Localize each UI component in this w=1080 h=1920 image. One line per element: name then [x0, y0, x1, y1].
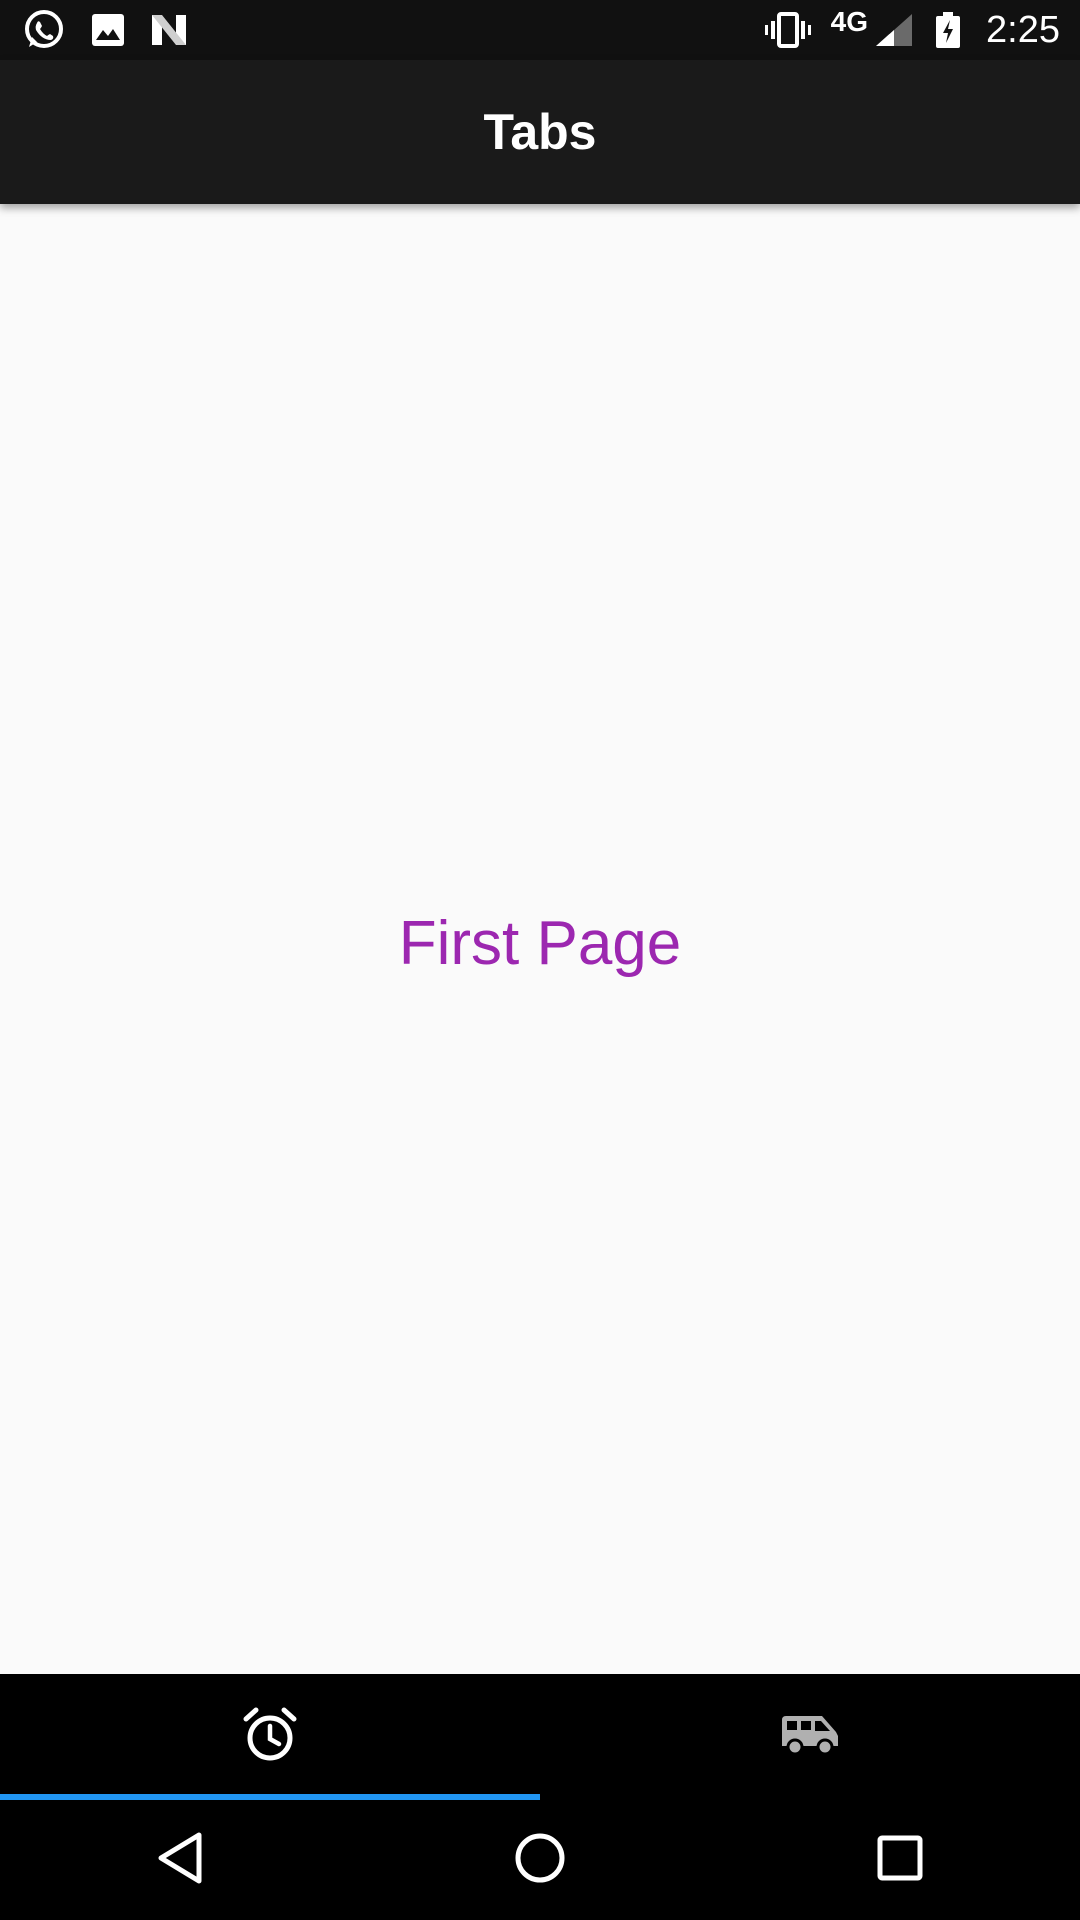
system-nav-bar	[0, 1800, 1080, 1920]
home-button[interactable]	[480, 1800, 600, 1920]
app-bar: Tabs	[0, 60, 1080, 204]
status-time: 2:25	[986, 8, 1060, 51]
tab-van[interactable]	[540, 1674, 1080, 1800]
network-type-label: 4G	[830, 6, 869, 37]
back-icon	[155, 1831, 205, 1890]
vibrate-icon	[764, 12, 811, 48]
van-icon	[780, 1714, 840, 1761]
battery-charging-icon	[934, 12, 962, 48]
home-icon	[514, 1832, 566, 1889]
page-text: First Page	[398, 908, 682, 978]
whatsapp-icon	[22, 8, 66, 52]
tab-alarm[interactable]	[0, 1674, 540, 1800]
bottom-tab-bar	[0, 1674, 1080, 1800]
status-right-icons: 4G 2:25	[745, 6, 1060, 52]
back-button[interactable]	[120, 1800, 240, 1920]
status-bar: 4G 2:25	[0, 0, 1080, 60]
recents-button[interactable]	[840, 1800, 960, 1920]
tab-content: First Page	[0, 204, 1080, 1674]
image-icon	[90, 12, 126, 48]
status-left-icons	[22, 8, 212, 52]
recents-icon	[877, 1835, 923, 1886]
n-logo-icon	[150, 13, 188, 47]
app-bar-title: Tabs	[483, 104, 597, 160]
alarm-icon	[242, 1707, 298, 1768]
signal-icon: 4G	[831, 6, 914, 48]
